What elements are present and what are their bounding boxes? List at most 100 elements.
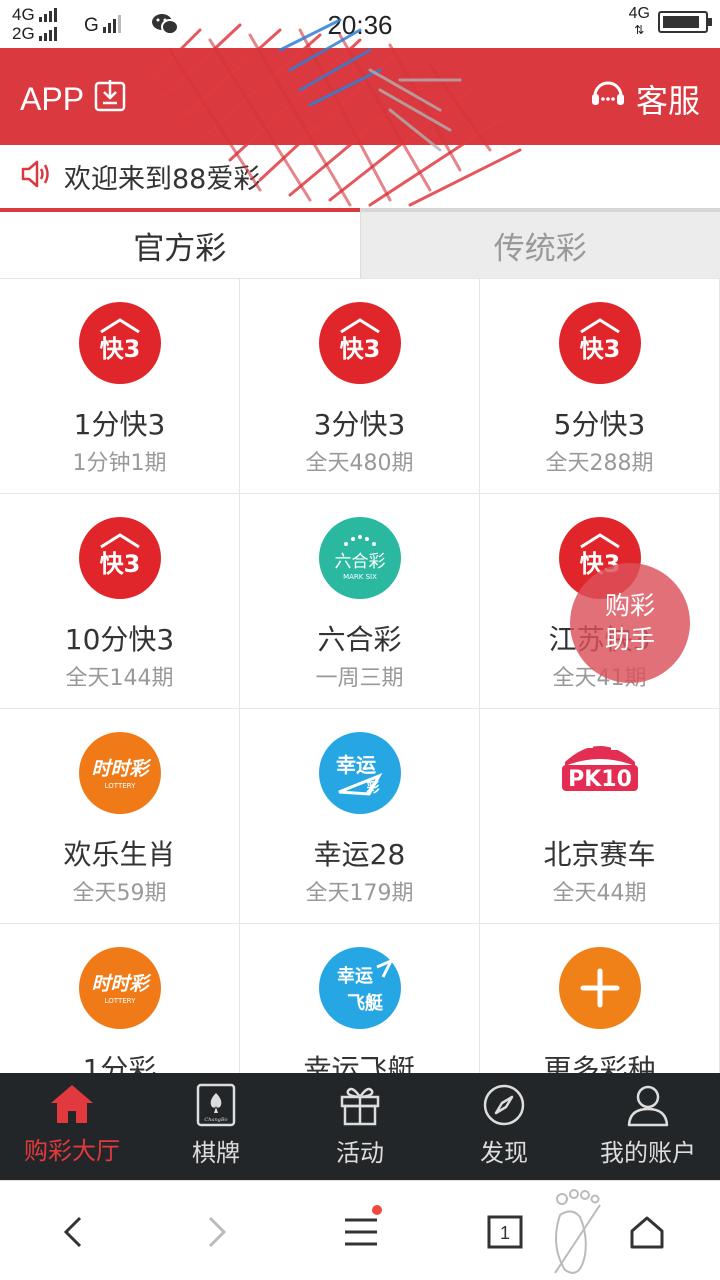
lottery-tabs: 官方彩 传统彩 [0, 208, 720, 278]
game-frequency: 全天144期 [65, 666, 174, 691]
svg-text:时时彩: 时时彩 [91, 973, 151, 995]
shishicai-icon: 时时彩 LOTTERY [79, 732, 161, 814]
clock: 20:36 [327, 10, 393, 40]
download-icon [94, 78, 126, 120]
nav-activities[interactable]: 活动 [288, 1073, 432, 1180]
feiting-icon: 幸运飞艇 [319, 947, 401, 1029]
kuai3-icon: 快3 [319, 302, 401, 384]
game-cell[interactable]: 时时彩 LOTTERY 欢乐生肖 全天59期 [0, 709, 240, 924]
battery-icon [658, 11, 712, 33]
user-icon [626, 1083, 670, 1127]
speaker-icon [20, 159, 52, 193]
game-name: 幸运28 [313, 838, 406, 871]
kuai3-icon: 快3 [79, 302, 161, 384]
game-name: 六合彩 [317, 623, 402, 656]
game-frequency: 全天288期 [545, 451, 654, 476]
game-name: 10分快3 [64, 623, 175, 656]
liuhecai-icon: 六合彩 MARK SIX [319, 517, 401, 599]
xingyun-icon: 幸运彩 [319, 732, 401, 814]
game-name: 欢乐生肖 [63, 838, 176, 871]
home-button[interactable] [622, 1209, 672, 1259]
svg-text:ChangBo: ChangBo [204, 1117, 227, 1123]
svg-text:飞艇: 飞艇 [347, 992, 384, 1014]
game-name: 1分彩 [82, 1053, 157, 1074]
game-cell[interactable]: 快3 1分快3 1分钟1期 [0, 279, 240, 494]
game-name: 幸运飞艇 [303, 1053, 416, 1074]
svg-text:幸运: 幸运 [336, 753, 376, 777]
game-cell[interactable]: 更多彩种 [480, 924, 720, 1074]
shishicai-icon: 时时彩 LOTTERY [79, 947, 161, 1029]
notification-dot [372, 1205, 382, 1215]
game-name: 5分快3 [553, 408, 646, 441]
customer-service-button[interactable]: 客服 [590, 76, 700, 122]
svg-text:快3: 快3 [340, 335, 381, 363]
game-cell[interactable]: 幸运 飞艇 幸运飞艇 [240, 924, 480, 1074]
svg-text:MARK SIX: MARK SIX [343, 573, 377, 581]
svg-text:彩: 彩 [365, 780, 379, 796]
menu-button[interactable] [336, 1205, 386, 1259]
pk10-icon: PK10 [559, 732, 641, 814]
compass-icon [482, 1083, 526, 1127]
browser-toolbar: 1 [0, 1180, 720, 1280]
svg-text:LOTTERY: LOTTERY [105, 997, 136, 1005]
purchase-assistant-button[interactable]: 购彩 助手 [570, 563, 690, 683]
chevron-right-icon [205, 1215, 229, 1253]
menu-icon [343, 1217, 379, 1251]
game-frequency: 全天44期 [552, 881, 647, 906]
gift-icon [338, 1083, 382, 1127]
game-cell[interactable]: 幸运彩 幸运28 全天179期 [240, 709, 480, 924]
nav-lottery-hall[interactable]: 购彩大厅 [0, 1073, 144, 1180]
game-frequency: 全天59期 [72, 881, 167, 906]
house-outline-icon [629, 1215, 665, 1253]
svg-text:快3: 快3 [100, 550, 141, 578]
nav-label: 发现 [480, 1139, 528, 1167]
app-label: APP [20, 80, 85, 117]
chevron-left-icon [61, 1215, 85, 1253]
notice-bar: 欢迎来到88爱彩 [0, 145, 720, 207]
assistant-label-line2: 助手 [604, 625, 655, 654]
status-right: 4G ⇅ [628, 5, 712, 38]
plus-icon [559, 947, 641, 1029]
nav-label: 购彩大厅 [24, 1137, 120, 1165]
bottom-navigation: 购彩大厅 ChangBo 棋牌 活动 发现 我的账户 [0, 1073, 720, 1180]
status-bar: 4G 2G G 20:36 4G ⇅ [0, 0, 720, 48]
svg-text:PK10: PK10 [568, 767, 632, 792]
svg-text:快3: 快3 [100, 335, 141, 363]
game-cell[interactable]: 快3 3分快3 全天480期 [240, 279, 480, 494]
game-cell[interactable]: 时时彩 LOTTERY 1分彩 [0, 924, 240, 1074]
svg-text:时时彩: 时时彩 [91, 758, 151, 780]
tabs-button[interactable]: 1 [480, 1209, 530, 1259]
service-label: 客服 [635, 82, 700, 120]
game-frequency: 全天480期 [305, 451, 414, 476]
kuai3-icon: 快3 [79, 517, 161, 599]
svg-text:1: 1 [500, 1223, 510, 1243]
game-cell[interactable]: 快3 5分快3 全天288期 [480, 279, 720, 494]
card-icon: ChangBo [196, 1083, 236, 1127]
game-cell[interactable]: 快3 10分快3 全天144期 [0, 494, 240, 709]
game-cell[interactable]: PK10 北京赛车 全天44期 [480, 709, 720, 924]
tabs-icon: 1 [487, 1215, 523, 1253]
app-download-button[interactable]: APP [20, 78, 126, 120]
game-frequency: 1分钟1期 [72, 451, 167, 476]
network-label-4g-right: 4G ⇅ [628, 5, 650, 38]
assistant-label-line1: 购彩 [604, 591, 655, 620]
phone-screen: 4G 2G G 20:36 4G ⇅ APP 客服 欢迎来到88爱彩 官方彩 传… [0, 0, 720, 1280]
tab-traditional[interactable]: 传统彩 [359, 208, 720, 278]
nav-chess-cards[interactable]: ChangBo 棋牌 [144, 1073, 288, 1180]
game-frequency: 全天179期 [305, 881, 414, 906]
nav-my-account[interactable]: 我的账户 [576, 1073, 720, 1180]
svg-text:幸运: 幸运 [337, 965, 373, 987]
svg-text:快3: 快3 [580, 335, 621, 363]
tab-official[interactable]: 官方彩 [0, 208, 360, 278]
game-frequency: 一周三期 [315, 666, 404, 691]
svg-text:六合彩: 六合彩 [335, 552, 386, 572]
back-button[interactable] [48, 1209, 98, 1259]
nav-label: 活动 [336, 1139, 384, 1167]
game-name: 3分快3 [313, 408, 406, 441]
game-name: 更多彩种 [543, 1053, 656, 1074]
nav-discover[interactable]: 发现 [432, 1073, 576, 1180]
game-cell[interactable]: 六合彩 MARK SIX 六合彩 一周三期 [240, 494, 480, 709]
nav-label: 我的账户 [600, 1139, 696, 1167]
forward-button[interactable] [192, 1209, 242, 1259]
nav-label: 棋牌 [192, 1139, 240, 1167]
